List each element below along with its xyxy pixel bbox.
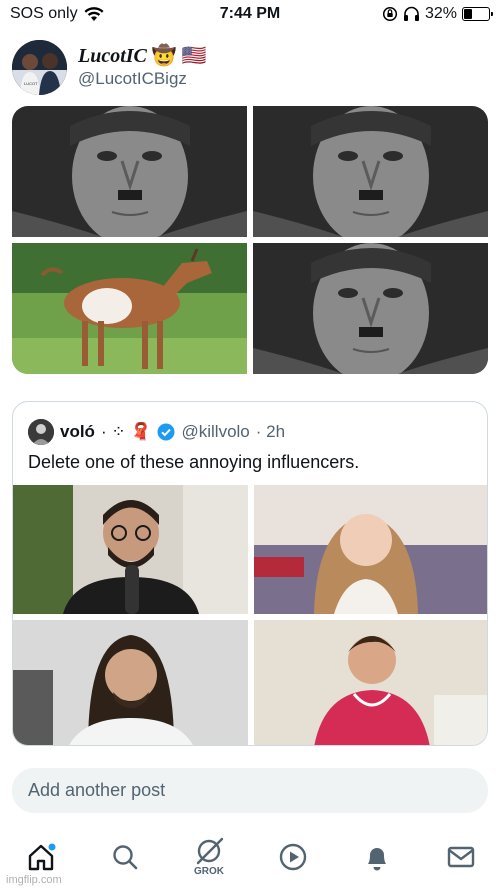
portrait-photo-icon — [253, 106, 488, 237]
quote-author-avatar[interactable] — [28, 419, 54, 445]
quoted-post[interactable]: voló · ⁘ 🧣 @killvolo · 2h Delete one of … — [12, 401, 488, 746]
home-icon — [28, 843, 56, 871]
media-image-4[interactable] — [253, 243, 488, 374]
tab-grok[interactable]: GROK — [184, 832, 234, 882]
play-circle-icon — [279, 843, 307, 871]
quote-media-image-2[interactable] — [254, 485, 487, 614]
quote-timestamp: · 2h — [255, 422, 286, 441]
tab-search[interactable] — [100, 832, 150, 882]
carrier-label: SOS only — [10, 5, 78, 22]
tab-video[interactable] — [268, 832, 318, 882]
media-image-3[interactable] — [12, 243, 247, 374]
influencer-photo-icon — [254, 620, 487, 745]
add-post-input[interactable]: Add another post — [28, 780, 165, 801]
add-post-box[interactable]: Add another post — [12, 768, 488, 813]
post-author[interactable]: LUCOT LucotIC 🤠 🇺🇸 @LucotICBigz — [12, 40, 492, 96]
author-display-name[interactable]: LucotIC 🤠 🇺🇸 — [78, 43, 207, 68]
grok-label: GROK — [194, 866, 224, 877]
headphones-icon — [403, 6, 419, 21]
search-icon — [113, 845, 138, 870]
quote-author-handle[interactable]: @killvolo — [181, 422, 249, 442]
author-name-emoji: 🤠 🇺🇸 — [151, 45, 207, 67]
bell-icon — [368, 848, 386, 871]
battery-percent: 32% — [424, 5, 457, 22]
influencer-photo-icon — [13, 620, 248, 745]
author-avatar[interactable]: LUCOT — [12, 40, 67, 95]
media-image-2[interactable] — [253, 106, 488, 237]
post-media-grid — [12, 106, 488, 374]
quote-author-name[interactable]: voló — [60, 422, 95, 442]
influencer-photo-icon — [13, 485, 248, 614]
watermark: imgflip.com — [6, 874, 62, 886]
media-image-1[interactable] — [12, 106, 247, 237]
mail-icon — [447, 846, 475, 868]
wifi-icon — [84, 6, 104, 21]
goat-photo-icon — [12, 243, 247, 374]
bottom-tab-bar: GROK — [0, 826, 500, 889]
quote-author-name-suffix: · ⁘ 🧣 — [100, 422, 152, 441]
quote-text: Delete one of these annoying influencers… — [28, 452, 360, 472]
quote-media-image-4[interactable] — [254, 620, 487, 745]
battery-icon — [462, 7, 493, 21]
svg-text:LUCOT: LUCOT — [24, 81, 38, 86]
quote-media-image-1[interactable] — [13, 485, 248, 614]
orientation-lock-icon — [382, 6, 398, 22]
quote-media-image-3[interactable] — [13, 620, 248, 745]
influencer-photo-icon — [254, 485, 487, 614]
author-handle[interactable]: @LucotICBigz — [78, 69, 187, 89]
portrait-photo-icon — [12, 106, 247, 237]
quote-media-grid — [13, 485, 487, 745]
verified-badge-icon — [157, 423, 175, 441]
tab-notifications[interactable] — [352, 832, 402, 882]
grok-icon — [196, 837, 224, 865]
tab-messages[interactable] — [436, 832, 486, 882]
status-bar: SOS only 7:44 PM 32% — [0, 0, 500, 30]
portrait-photo-icon — [253, 243, 488, 374]
